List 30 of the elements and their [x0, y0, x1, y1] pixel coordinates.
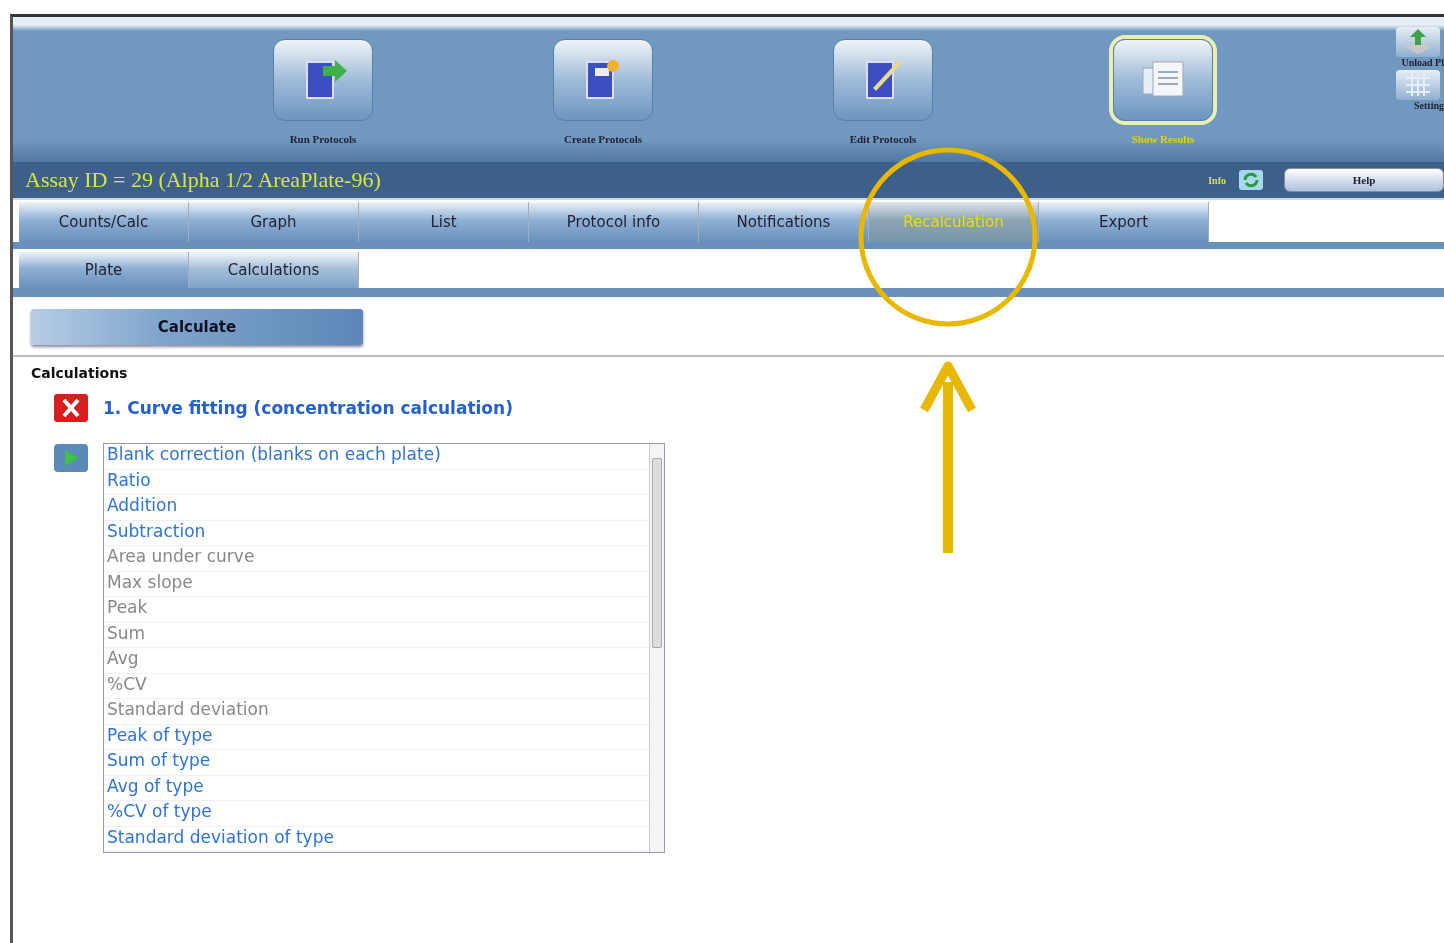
- subtab[interactable]: Plate: [19, 252, 189, 288]
- list-item[interactable]: Avg of type: [104, 775, 649, 801]
- list-item[interactable]: Standard deviation of type: [104, 826, 649, 852]
- delete-icon[interactable]: [53, 393, 89, 423]
- list-item[interactable]: Blank correction (blanks on each plate): [104, 444, 649, 470]
- tab[interactable]: Export: [1039, 202, 1209, 242]
- refresh-icon[interactable]: [1236, 167, 1266, 193]
- toolbar-button[interactable]: Create Protocols: [463, 39, 743, 145]
- toolbar-button[interactable]: Edit Protocols: [743, 39, 1023, 145]
- list-item[interactable]: Peak of type: [104, 724, 649, 750]
- tab[interactable]: Notifications: [699, 202, 869, 242]
- info-label: Info: [1208, 174, 1226, 186]
- tab[interactable]: Graph: [189, 202, 359, 242]
- toolbar-button[interactable]: Run Protocols: [183, 39, 463, 145]
- help-button[interactable]: Help: [1284, 168, 1444, 192]
- scrollbar-thumb[interactable]: [652, 458, 662, 648]
- assay-title: Assay ID = 29 (Alpha 1/2 AreaPlate-96): [25, 167, 381, 193]
- list-item[interactable]: Sum of type: [104, 750, 649, 776]
- section-heading: Calculations: [31, 365, 129, 381]
- play-icon[interactable]: [53, 443, 89, 473]
- list-item[interactable]: Addition: [104, 495, 649, 521]
- subtab[interactable]: Calculations: [189, 252, 359, 288]
- tab[interactable]: Protocol info: [529, 202, 699, 242]
- tab[interactable]: Counts/Calc: [19, 202, 189, 242]
- list-item[interactable]: Ratio: [104, 469, 649, 495]
- list-item[interactable]: %CV of type: [104, 801, 649, 827]
- list-item[interactable]: Subtraction: [104, 520, 649, 546]
- calculation-step[interactable]: 1. Curve fitting (concentration calculation): [103, 398, 513, 418]
- calculate-button[interactable]: Calculate: [31, 309, 363, 345]
- tab[interactable]: List: [359, 202, 529, 242]
